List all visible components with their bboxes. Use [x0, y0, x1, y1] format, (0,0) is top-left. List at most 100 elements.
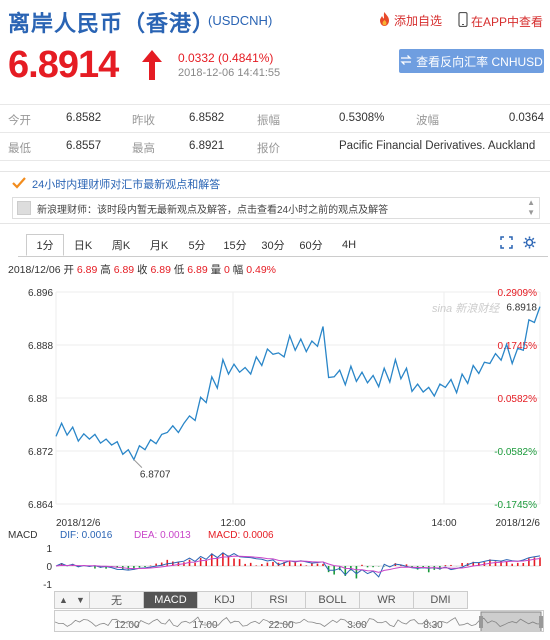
- timeline-handle[interactable]: [539, 616, 543, 628]
- tab-period[interactable]: 月K: [140, 234, 178, 256]
- view-in-app-label: 在APP中查看: [471, 14, 544, 29]
- high-label: 最高: [132, 143, 155, 155]
- macd-y-tick: -1: [43, 580, 52, 590]
- pct-tick-label: 0.2909%: [498, 288, 538, 299]
- range-label: 波幅: [416, 115, 439, 127]
- tab-period[interactable]: 30分: [254, 234, 292, 256]
- prev-close-label: 昨收: [132, 115, 155, 127]
- indicator-tab[interactable]: DMI: [413, 591, 468, 609]
- pct-tick-label: -0.1745%: [494, 500, 537, 511]
- nav-arrows[interactable]: ▲ ▼: [54, 591, 90, 609]
- x-tick-label: 12:00: [220, 518, 245, 528]
- reverse-rate-label: 查看反向汇率 CNHUSD: [416, 54, 543, 69]
- bar-info-row: 2018/12/06 开 6.89 高 6.89 收 6.89 低 6.89 量…: [8, 262, 276, 277]
- view-in-app-button[interactable]: 在APP中查看: [458, 11, 544, 30]
- macd-y-tick: 1: [46, 544, 52, 555]
- x-tick-label: 2018/12/6: [496, 518, 541, 528]
- avatar: [17, 201, 31, 215]
- nav-down-icon[interactable]: ▼: [76, 595, 85, 605]
- timeline-tick: 22:00: [268, 620, 293, 631]
- up-arrow-icon: [140, 48, 164, 87]
- watermark-logo: sina 新浪财经: [432, 302, 500, 315]
- stats-row: 今开 6.8582 昨收 6.8582 振幅 0.5308% 波幅 0.0364: [0, 105, 550, 133]
- phone-icon: [458, 11, 468, 30]
- macd-y-tick: 0: [46, 562, 52, 573]
- reverse-rate-button[interactable]: 查看反向汇率 CNHUSD: [399, 49, 544, 73]
- info-open-label: 开: [63, 264, 74, 276]
- chart-tools: [500, 236, 536, 252]
- price-line: [55, 306, 541, 462]
- y-tick-label: 6.872: [28, 447, 53, 458]
- quoter-value: Pacific Financial Derivatives. Auckland: [339, 140, 536, 152]
- info-close-label: 收: [137, 264, 148, 276]
- low-value: 6.8557: [66, 140, 102, 152]
- swap-icon: [400, 54, 412, 68]
- fullscreen-icon[interactable]: [500, 236, 513, 252]
- tabs-divider: [18, 256, 548, 257]
- scroll-up-icon[interactable]: ▲: [527, 198, 535, 208]
- symbol-code: (USDCNH): [208, 13, 273, 28]
- indicator-tab[interactable]: BOLL: [305, 591, 360, 609]
- tab-period[interactable]: 周K: [102, 234, 140, 256]
- tab-period[interactable]: 15分: [216, 234, 254, 256]
- time-navigator[interactable]: 12:00 17:00 22:00 3:00 8:30: [54, 610, 544, 632]
- advisor-news-panel: 24小时内理财师对汇市最新观点和解答 新浪理财师：该时段内暂无最新观点及解答，点…: [0, 171, 550, 224]
- scroll-down-icon[interactable]: ▼: [527, 208, 535, 218]
- low-annotation: 6.8707: [140, 470, 171, 481]
- period-tabs: 1分 日K 周K 月K 5分 15分 30分 60分 4H: [26, 234, 368, 256]
- info-low-label: 低: [173, 264, 185, 276]
- indicator-tab[interactable]: 无: [89, 591, 144, 609]
- add-watchlist-label: 添加自选: [394, 14, 443, 28]
- x-tick-label: 2018/12/6: [56, 518, 101, 528]
- nav-up-icon[interactable]: ▲: [59, 595, 68, 605]
- indicator-tabs: ▲ ▼ 无 MACD KDJ RSI BOLL WR DMI: [54, 591, 468, 609]
- stats-table: 今开 6.8582 昨收 6.8582 振幅 0.5308% 波幅 0.0364…: [0, 104, 550, 161]
- timeline-tick: 3:00: [347, 620, 367, 631]
- quote-time: 2018-12-06 14:41:55: [178, 67, 281, 79]
- y-tick-label: 6.896: [28, 288, 53, 299]
- indicator-tab[interactable]: KDJ: [197, 591, 252, 609]
- indicator-tab[interactable]: MACD: [143, 591, 198, 609]
- tab-period[interactable]: 60分: [292, 234, 330, 256]
- info-vol-label: 量: [210, 264, 222, 276]
- tab-period[interactable]: 4H: [330, 234, 368, 256]
- add-watchlist-button[interactable]: 添加自选: [378, 12, 442, 29]
- low-label: 最低: [8, 143, 31, 155]
- y-tick-label: 6.864: [28, 500, 53, 511]
- amplitude-label: 振幅: [257, 115, 280, 127]
- news-heading[interactable]: 24小时内理财师对汇市最新观点和解答: [12, 176, 220, 192]
- timeline-handle[interactable]: [479, 616, 483, 628]
- low-marker: [133, 459, 143, 468]
- macd-dif-line: [55, 552, 541, 578]
- current-price: 6.8914: [8, 44, 119, 86]
- info-date: 2018/12/06: [8, 264, 61, 276]
- tab-period[interactable]: 1分: [26, 234, 64, 256]
- y-tick-label: 6.888: [28, 341, 53, 352]
- macd-chart[interactable]: MACD DIF: 0.0016 DEA: 0.0013 MACD: 0.0006 1 0…: [0, 528, 550, 590]
- tab-period[interactable]: 5分: [178, 234, 216, 256]
- indicator-tab[interactable]: WR: [359, 591, 414, 609]
- news-heading-text: 24小时内理财师对汇市最新观点和解答: [32, 179, 221, 191]
- timeline-window[interactable]: [480, 611, 542, 632]
- open-value: 6.8582: [66, 112, 102, 124]
- open-label: 今开: [8, 115, 31, 127]
- news-message[interactable]: 新浪理财师：该时段内暂无最新观点及解答，点击查看24小时之前的观点及解答 ▲ ▼: [12, 197, 540, 219]
- last-annotation: 6.8918: [506, 303, 537, 314]
- y-tick-label: 6.88: [28, 394, 48, 405]
- tab-period[interactable]: 日K: [64, 234, 102, 256]
- prev-close-value: 6.8582: [189, 112, 225, 124]
- news-message-text: 新浪理财师：该时段内暂无最新观点及解答，点击查看24小时之前的观点及解答: [37, 204, 389, 216]
- info-amp-label: 幅: [232, 264, 244, 276]
- info-high-value: 6.89: [113, 264, 135, 276]
- info-open-value: 6.89: [76, 264, 98, 276]
- news-scroll-arrows[interactable]: ▲ ▼: [527, 198, 535, 218]
- indicator-tab[interactable]: RSI: [251, 591, 306, 609]
- macd-dif: DIF: 0.0016: [60, 530, 113, 541]
- x-tick-label: 14:00: [431, 518, 456, 528]
- macd-title: MACD: [8, 530, 37, 541]
- high-value: 6.8921: [189, 140, 225, 152]
- price-chart[interactable]: 6.8966.8886.886.8726.8640.2909%0.1745%0.…: [0, 280, 550, 528]
- settings-icon[interactable]: [523, 236, 536, 252]
- info-low-value: 6.89: [187, 264, 208, 276]
- range-value: 0.0364: [508, 112, 544, 124]
